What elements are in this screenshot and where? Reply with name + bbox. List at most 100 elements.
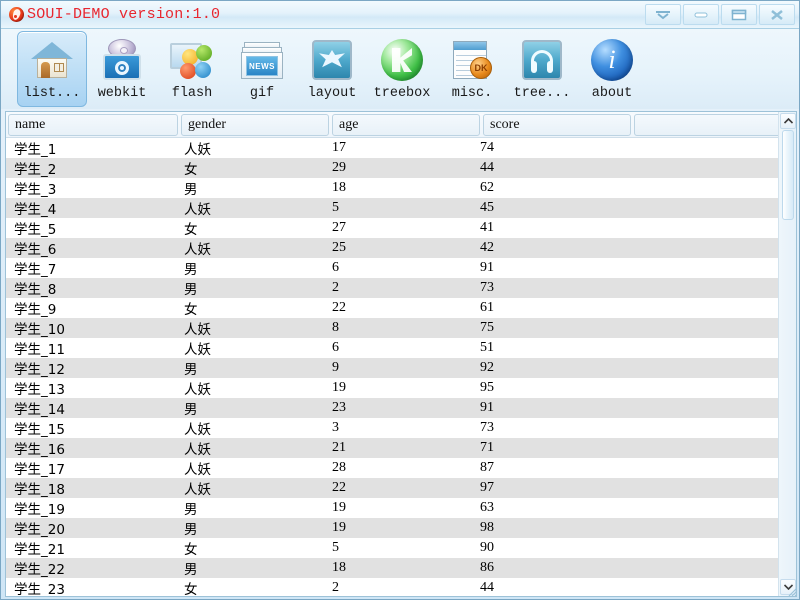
list-cell-score: 42 [480, 240, 494, 255]
list-cell-gender: 男 [184, 502, 198, 518]
list-cell-gender: 人妖 [184, 242, 211, 258]
list-row[interactable]: 学生_1 人妖 17 74 [6, 138, 778, 158]
news-badge-label: NEWS [249, 61, 275, 71]
list-cell-name: 学生_18 [14, 482, 65, 498]
list-row[interactable]: 学生_3 男 18 62 [6, 178, 778, 198]
list-row[interactable]: 学生_13 人妖 19 95 [6, 378, 778, 398]
list-cell-score: 41 [480, 220, 494, 235]
list-cell-gender: 人妖 [184, 142, 211, 158]
chevron-up-icon [783, 118, 793, 124]
list-cell-age: 21 [332, 440, 346, 455]
list-cell-age: 3 [332, 420, 339, 435]
list-row[interactable]: 学生_4 人妖 5 45 [6, 198, 778, 218]
list-column-header[interactable]: score [483, 113, 631, 136]
list-cell-name: 学生_9 [14, 302, 57, 318]
list-row[interactable]: 学生_23 女 2 44 [6, 578, 778, 596]
toolbar-item-list[interactable]: list... [17, 31, 87, 107]
list-cell-age: 27 [332, 220, 346, 235]
headphones-icon [518, 36, 566, 84]
list-column-header[interactable]: gender [181, 113, 329, 136]
list-row[interactable]: 学生_22 男 18 86 [6, 558, 778, 578]
title-bar[interactable]: SOUI-DEMO version:1.0 [1, 1, 799, 29]
maximize-button[interactable] [721, 4, 757, 25]
list-body[interactable]: 学生_1 人妖 17 74 学生_2 女 29 44 学生_3 男 18 62 学生_4 人妖 5 45 学生_… [6, 138, 778, 596]
list-row[interactable]: 学生_2 女 29 44 [6, 158, 778, 178]
collapse-button[interactable] [645, 4, 681, 25]
toolbar-item-flash[interactable]: flash [157, 31, 227, 107]
list-row[interactable]: 学生_18 人妖 22 97 [6, 478, 778, 498]
list-row[interactable]: 学生_20 男 19 98 [6, 518, 778, 538]
toolbar: list... webkit flash NEWS gif layout tre… [1, 29, 799, 109]
toolbar-item-gif[interactable]: NEWS gif [227, 31, 297, 107]
list-cell-name: 学生_2 [14, 162, 57, 178]
list-cell-gender: 男 [184, 262, 198, 278]
list-column-header[interactable]: age [332, 113, 480, 136]
toolbar-item-treebox[interactable]: treebox [367, 31, 437, 107]
list-cell-name: 学生_6 [14, 242, 57, 258]
list-cell-name: 学生_5 [14, 222, 57, 238]
list-row[interactable]: 学生_6 人妖 25 42 [6, 238, 778, 258]
toolbar-label-treebox: treebox [373, 86, 431, 101]
list-cell-score: 73 [480, 280, 494, 295]
list-cell-age: 28 [332, 460, 346, 475]
list-row[interactable]: 学生_7 男 6 91 [6, 258, 778, 278]
list-row[interactable]: 学生_9 女 22 61 [6, 298, 778, 318]
list-row[interactable]: 学生_5 女 27 41 [6, 218, 778, 238]
list-cell-score: 71 [480, 440, 494, 455]
toolbar-item-about[interactable]: i about [577, 31, 647, 107]
list-cell-score: 74 [480, 140, 494, 155]
maximize-icon [731, 9, 747, 20]
list-cell-gender: 女 [184, 542, 198, 558]
list-column-header[interactable] [634, 113, 782, 136]
list-row[interactable]: 学生_11 人妖 6 51 [6, 338, 778, 358]
news-icon: NEWS [238, 36, 286, 84]
list-row[interactable]: 学生_8 男 2 73 [6, 278, 778, 298]
list-cell-gender: 人妖 [184, 382, 211, 398]
scroll-up-button[interactable] [780, 113, 796, 129]
list-cell-gender: 女 [184, 302, 198, 318]
list-cell-name: 学生_1 [14, 142, 57, 158]
scrollbar-thumb[interactable] [782, 130, 794, 220]
info-icon: i [588, 36, 636, 84]
list-cell-score: 73 [480, 420, 494, 435]
list-cell-score: 90 [480, 540, 494, 555]
toolbar-item-webkit[interactable]: webkit [87, 31, 157, 107]
toolbar-label-flash: flash [171, 86, 213, 101]
list-cell-name: 学生_21 [14, 542, 65, 558]
list-row[interactable]: 学生_15 人妖 3 73 [6, 418, 778, 438]
list-cell-gender: 女 [184, 222, 198, 238]
minimize-icon [694, 12, 708, 17]
toolbar-label-layout: layout [307, 86, 357, 101]
window-title: SOUI-DEMO version:1.0 [27, 6, 221, 23]
list-cell-age: 29 [332, 160, 346, 175]
list-row[interactable]: 学生_16 人妖 21 71 [6, 438, 778, 458]
list-row[interactable]: 学生_19 男 19 63 [6, 498, 778, 518]
list-cell-age: 18 [332, 560, 346, 575]
list-column-header[interactable]: name [8, 113, 178, 136]
list-cell-age: 8 [332, 320, 339, 335]
minimize-button[interactable] [683, 4, 719, 25]
soui-logo-icon [9, 7, 24, 22]
list-cell-score: 62 [480, 180, 494, 195]
list-cell-age: 5 [332, 200, 339, 215]
list-cell-gender: 男 [184, 402, 198, 418]
list-row[interactable]: 学生_12 男 9 92 [6, 358, 778, 378]
toolbar-item-misc[interactable]: DK misc. [437, 31, 507, 107]
vertical-scrollbar[interactable] [778, 112, 796, 596]
list-row[interactable]: 学生_10 人妖 8 75 [6, 318, 778, 338]
list-cell-score: 44 [480, 580, 494, 595]
toolbar-label-misc: misc. [451, 86, 493, 101]
spreadsheet-coin-icon: DK [448, 36, 496, 84]
list-cell-gender: 人妖 [184, 442, 211, 458]
window-controls [643, 1, 799, 29]
resize-grip-icon[interactable] [785, 585, 797, 597]
list-row[interactable]: 学生_14 男 23 91 [6, 398, 778, 418]
close-button[interactable] [759, 4, 795, 25]
list-cell-name: 学生_22 [14, 562, 65, 578]
list-row[interactable]: 学生_21 女 5 90 [6, 538, 778, 558]
list-row[interactable]: 学生_17 人妖 28 87 [6, 458, 778, 478]
toolbar-item-tree[interactable]: tree... [507, 31, 577, 107]
list-cell-gender: 女 [184, 582, 198, 596]
toolbar-item-layout[interactable]: layout [297, 31, 367, 107]
list-cell-score: 87 [480, 460, 494, 475]
